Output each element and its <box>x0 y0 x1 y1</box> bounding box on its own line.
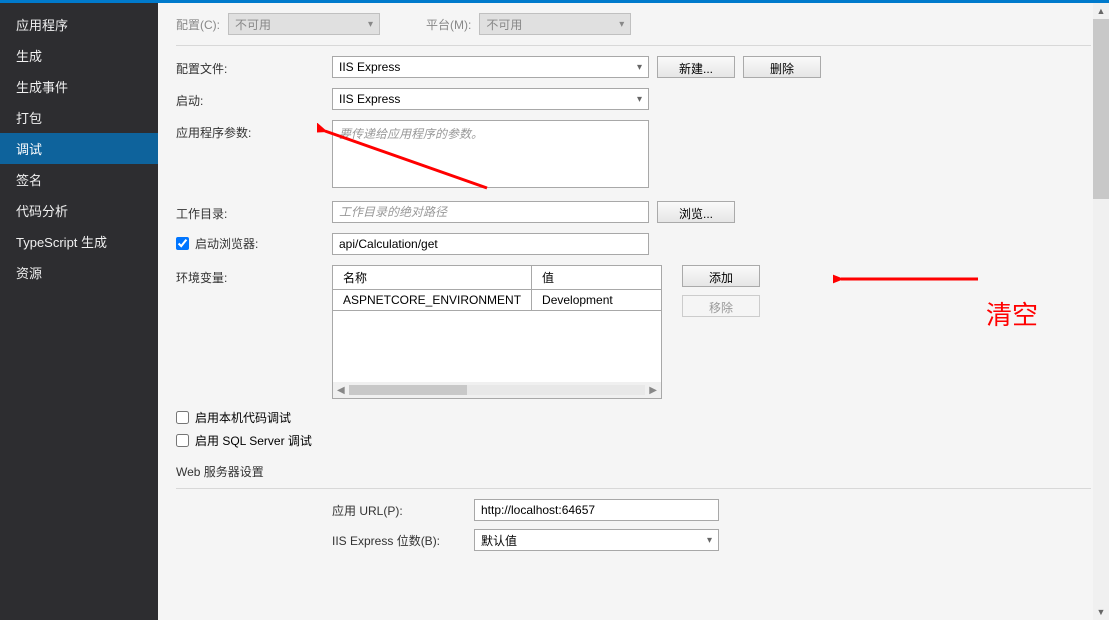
sidebar: 应用程序 生成 生成事件 打包 调试 签名 代码分析 TypeScript 生成… <box>0 3 158 620</box>
env-col-value: 值 <box>532 266 662 290</box>
app-url-label: 应用 URL(P): <box>332 502 464 519</box>
sidebar-item-build[interactable]: 生成 <box>0 40 158 71</box>
sql-debug-label: 启用 SQL Server 调试 <box>195 432 312 449</box>
env-hscroll[interactable]: ◀ ▶ <box>333 382 661 398</box>
top-config-row: 配置(C): 不可用 平台(M): 不可用 <box>158 3 1109 45</box>
native-debug-label: 启用本机代码调试 <box>195 409 291 426</box>
config-label: 配置(C): <box>176 16 220 33</box>
vertical-scrollbar[interactable]: ▲ ▼ <box>1093 3 1109 620</box>
sidebar-item-typescript[interactable]: TypeScript 生成 <box>0 226 158 257</box>
browse-button[interactable]: 浏览... <box>657 201 735 223</box>
sidebar-item-debug[interactable]: 调试 <box>0 133 158 164</box>
sidebar-item-code-analysis[interactable]: 代码分析 <box>0 195 158 226</box>
app-url-input[interactable] <box>474 499 719 521</box>
platform-select: 不可用 <box>479 13 631 35</box>
launch-select[interactable]: IIS Express <box>332 88 649 110</box>
annotation-text: 清空 <box>986 295 1038 332</box>
sidebar-item-package[interactable]: 打包 <box>0 102 158 133</box>
sidebar-item-application[interactable]: 应用程序 <box>0 9 158 40</box>
env-table-body: ◀ ▶ <box>332 311 662 399</box>
args-input[interactable] <box>332 120 649 188</box>
env-table[interactable]: 名称 值 ASPNETCORE_ENVIRONMENT Development <box>332 265 662 311</box>
sidebar-item-build-events[interactable]: 生成事件 <box>0 71 158 102</box>
env-col-name: 名称 <box>333 266 532 290</box>
remove-button: 移除 <box>682 295 760 317</box>
delete-button[interactable]: 删除 <box>743 56 821 78</box>
config-select: 不可用 <box>228 13 380 35</box>
launch-label: 启动: <box>176 88 332 109</box>
env-label: 环境变量: <box>176 265 332 286</box>
workdir-input[interactable] <box>332 201 649 223</box>
native-debug-checkbox[interactable] <box>176 411 189 424</box>
iis-bits-select[interactable]: 默认值 <box>474 529 719 551</box>
add-button[interactable]: 添加 <box>682 265 760 287</box>
web-section-label: Web 服务器设置 <box>176 463 1091 480</box>
iis-bits-label: IIS Express 位数(B): <box>332 532 464 549</box>
launch-browser-checkbox[interactable] <box>176 237 189 250</box>
args-label: 应用程序参数: <box>176 120 332 141</box>
launch-browser-input[interactable] <box>332 233 649 255</box>
sidebar-item-resources[interactable]: 资源 <box>0 257 158 288</box>
launch-browser-label: 启动浏览器: <box>195 235 258 252</box>
sql-debug-checkbox[interactable] <box>176 434 189 447</box>
table-row[interactable]: ASPNETCORE_ENVIRONMENT Development <box>333 290 662 311</box>
platform-label: 平台(M): <box>426 16 471 33</box>
profile-select[interactable]: IIS Express <box>332 56 649 78</box>
profile-label: 配置文件: <box>176 56 332 77</box>
sidebar-item-signing[interactable]: 签名 <box>0 164 158 195</box>
main-panel: 配置(C): 不可用 平台(M): 不可用 配置文件: IIS Express … <box>158 3 1109 620</box>
workdir-label: 工作目录: <box>176 201 332 222</box>
new-button[interactable]: 新建... <box>657 56 735 78</box>
